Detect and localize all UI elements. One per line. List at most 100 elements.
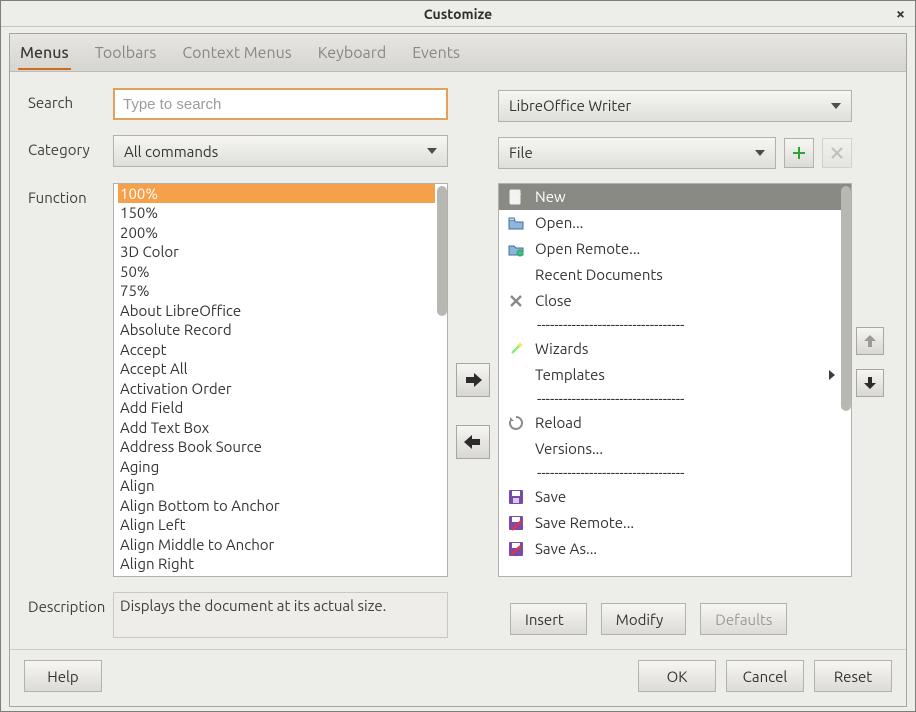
menu-item-label: Versions... bbox=[535, 440, 603, 457]
arrow-down-icon bbox=[861, 374, 879, 392]
close-x-icon bbox=[507, 292, 525, 310]
function-item[interactable]: Address Book Source bbox=[118, 437, 435, 457]
dialog-body: Menus Toolbars Context Menus Keyboard Ev… bbox=[9, 33, 907, 707]
function-item[interactable]: 150% bbox=[118, 203, 435, 223]
help-button-label: Help bbox=[47, 668, 78, 685]
function-list[interactable]: 100%150%200%3D Color50%75%About LibreOff… bbox=[113, 183, 448, 577]
dialog-footer: Help OK Cancel Reset bbox=[10, 649, 906, 706]
function-item[interactable]: Activation Order bbox=[118, 379, 435, 399]
menu-item-label: Reload bbox=[535, 414, 582, 431]
menu-item-label: Save bbox=[535, 488, 566, 505]
menu-item-label: Recent Documents bbox=[535, 266, 663, 283]
function-item[interactable]: Add Field bbox=[118, 398, 435, 418]
menu-separator-item[interactable]: ---------------------------------- bbox=[499, 388, 851, 410]
menu-item[interactable]: Save As... bbox=[499, 536, 851, 562]
function-item[interactable]: 3D Color bbox=[118, 242, 435, 262]
menu-item[interactable]: Recent Documents bbox=[499, 262, 851, 288]
scrollbar-thumb[interactable] bbox=[841, 186, 851, 411]
description-text: Displays the document at its actual size… bbox=[120, 597, 386, 614]
save-as-icon bbox=[507, 540, 525, 558]
tab-keyboard[interactable]: Keyboard bbox=[316, 38, 388, 68]
reset-button[interactable]: Reset bbox=[814, 660, 892, 692]
x-icon bbox=[829, 145, 845, 161]
menu-separator-item[interactable]: ---------------------------------- bbox=[499, 462, 851, 484]
cancel-button-label: Cancel bbox=[743, 668, 788, 685]
tab-events[interactable]: Events bbox=[410, 38, 462, 68]
tab-context-menus[interactable]: Context Menus bbox=[180, 38, 293, 68]
save-remote-icon bbox=[507, 514, 525, 532]
tabbar: Menus Toolbars Context Menus Keyboard Ev… bbox=[10, 34, 906, 72]
label-category: Category bbox=[28, 135, 113, 170]
ok-button[interactable]: OK bbox=[638, 660, 716, 692]
folder-open-icon bbox=[507, 214, 525, 232]
function-item[interactable]: 200% bbox=[118, 223, 435, 243]
help-button[interactable]: Help bbox=[24, 660, 102, 692]
function-item[interactable]: Align Bottom to Anchor bbox=[118, 496, 435, 516]
menu-separator-item[interactable]: ---------------------------------- bbox=[499, 314, 851, 336]
insert-button[interactable]: Insert bbox=[510, 603, 587, 635]
blank-icon bbox=[507, 266, 525, 284]
blank-icon bbox=[507, 440, 525, 458]
menu-item[interactable]: New bbox=[499, 184, 851, 210]
move-down-button[interactable] bbox=[856, 369, 884, 397]
content-grid: Search LibreOffice Writer Category All c… bbox=[10, 72, 906, 649]
menu-item[interactable]: Templates bbox=[499, 362, 851, 388]
remove-item-button[interactable] bbox=[456, 425, 490, 459]
tab-menus[interactable]: Menus bbox=[18, 38, 71, 70]
modify-button[interactable]: Modify bbox=[601, 603, 686, 635]
scope-select-value: LibreOffice Writer bbox=[509, 97, 631, 114]
scope-cell: LibreOffice Writer bbox=[498, 88, 852, 123]
menu-item-label: Templates bbox=[535, 366, 605, 383]
category-cell: All commands bbox=[113, 135, 448, 170]
function-item[interactable]: Align to Bottom of Character bbox=[118, 574, 435, 577]
function-item[interactable]: 75% bbox=[118, 281, 435, 301]
reorder-buttons bbox=[852, 183, 888, 580]
remove-menu-button[interactable] bbox=[822, 138, 852, 168]
tab-toolbars[interactable]: Toolbars bbox=[93, 38, 159, 68]
menu-item[interactable]: Open Remote... bbox=[499, 236, 851, 262]
function-item[interactable]: Accept bbox=[118, 340, 435, 360]
add-menu-button[interactable] bbox=[784, 138, 814, 168]
menu-item-label: Open... bbox=[535, 214, 583, 231]
search-input[interactable] bbox=[113, 88, 448, 120]
function-item[interactable]: Add Text Box bbox=[118, 418, 435, 438]
customize-dialog: Customize × Menus Toolbars Context Menus… bbox=[0, 0, 916, 712]
defaults-button[interactable]: Defaults bbox=[700, 603, 787, 635]
menu-item[interactable]: Open... bbox=[499, 210, 851, 236]
function-item[interactable]: Absolute Record bbox=[118, 320, 435, 340]
category-select[interactable]: All commands bbox=[113, 135, 448, 167]
modify-button-label: Modify bbox=[616, 611, 663, 628]
add-item-button[interactable] bbox=[456, 363, 490, 397]
function-item[interactable]: Align bbox=[118, 476, 435, 496]
function-item[interactable]: Align Right bbox=[118, 554, 435, 574]
list-action-buttons: Insert Modify Defaults bbox=[498, 592, 852, 641]
menu-item-label: Close bbox=[535, 292, 572, 309]
category-select-value: All commands bbox=[124, 143, 218, 160]
function-item[interactable]: 100% bbox=[118, 184, 435, 204]
close-icon[interactable]: × bbox=[896, 5, 905, 23]
assigned-menu-list[interactable]: New Open... Open Remote... Recent Documents… bbox=[498, 183, 852, 577]
function-item[interactable]: About LibreOffice bbox=[118, 301, 435, 321]
menu-item[interactable]: Close bbox=[499, 288, 851, 314]
scope-select[interactable]: LibreOffice Writer bbox=[498, 90, 852, 122]
menu-item-label: Open Remote... bbox=[535, 240, 640, 257]
insert-button-label: Insert bbox=[525, 611, 564, 628]
function-item[interactable]: Aging bbox=[118, 457, 435, 477]
cancel-button[interactable]: Cancel bbox=[726, 660, 804, 692]
label-function: Function bbox=[28, 183, 113, 580]
menu-item[interactable]: Save Remote... bbox=[499, 510, 851, 536]
function-item[interactable]: Align Left bbox=[118, 515, 435, 535]
move-up-button[interactable] bbox=[856, 327, 884, 355]
scrollbar-thumb[interactable] bbox=[437, 186, 447, 316]
function-item[interactable]: 50% bbox=[118, 262, 435, 282]
menu-select[interactable]: File bbox=[498, 137, 776, 169]
function-item[interactable]: Accept All bbox=[118, 359, 435, 379]
function-item[interactable]: Align Middle to Anchor bbox=[118, 535, 435, 555]
submenu-arrow-icon bbox=[829, 370, 835, 380]
menu-item-label: Wizards bbox=[535, 340, 588, 357]
menu-item[interactable]: Reload bbox=[499, 410, 851, 436]
menu-item[interactable]: Save bbox=[499, 484, 851, 510]
menu-select-value: File bbox=[509, 144, 533, 161]
menu-item[interactable]: Wizards bbox=[499, 336, 851, 362]
menu-item[interactable]: Versions... bbox=[499, 436, 851, 462]
